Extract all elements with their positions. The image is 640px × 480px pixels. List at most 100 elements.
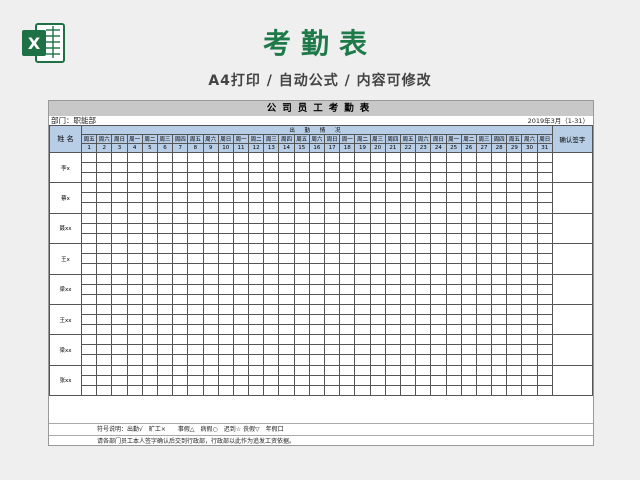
attendance-cell[interactable] [278,171,295,184]
attendance-cell[interactable] [202,374,219,386]
attendance-cell[interactable] [248,182,265,194]
attendance-cell[interactable] [156,384,174,397]
attendance-cell[interactable] [96,212,113,224]
attendance-cell[interactable] [156,192,174,204]
attendance-cell[interactable] [156,222,174,234]
attendance-cell[interactable] [80,182,98,194]
attendance-cell[interactable] [141,364,158,376]
attendance-cell[interactable] [293,354,310,366]
attendance-cell[interactable] [126,323,143,336]
attendance-cell[interactable] [415,364,432,376]
attendance-cell[interactable] [172,212,189,224]
attendance-cell[interactable] [217,354,234,366]
attendance-cell[interactable] [399,222,417,234]
attendance-cell[interactable] [187,243,204,255]
attendance-cell[interactable] [80,374,98,386]
attendance-cell[interactable] [232,212,250,224]
attendance-cell[interactable] [156,303,174,315]
attendance-cell[interactable] [126,171,143,184]
attendance-cell[interactable] [521,202,538,214]
attendance-cell[interactable] [399,303,417,315]
attendance-cell[interactable] [278,273,295,285]
attendance-cell[interactable] [293,232,310,245]
attendance-cell[interactable] [369,182,386,194]
attendance-cell[interactable] [415,313,432,325]
attendance-cell[interactable] [232,323,250,336]
attendance-cell[interactable] [172,334,189,346]
attendance-cell[interactable] [384,303,401,315]
attendance-cell[interactable] [111,263,128,275]
attendance-cell[interactable] [263,263,280,275]
attendance-cell[interactable] [475,222,493,234]
attendance-cell[interactable] [156,182,174,194]
attendance-cell[interactable] [126,212,143,224]
attendance-cell[interactable] [263,253,280,265]
attendance-cell[interactable] [232,354,250,366]
attendance-cell[interactable] [172,222,189,234]
attendance-cell[interactable] [80,354,98,366]
attendance-cell[interactable] [354,384,371,397]
attendance-cell[interactable] [232,364,250,376]
attendance-cell[interactable] [141,232,158,245]
attendance-cell[interactable] [232,384,250,397]
attendance-cell[interactable] [156,202,174,214]
attendance-cell[interactable] [308,212,326,224]
attendance-cell[interactable] [339,293,356,305]
attendance-cell[interactable] [460,232,477,245]
attendance-cell[interactable] [445,162,462,173]
attendance-cell[interactable] [521,263,538,275]
attendance-cell[interactable] [491,364,508,376]
attendance-cell[interactable] [399,323,417,336]
attendance-cell[interactable] [187,222,204,234]
attendance-cell[interactable] [141,344,158,356]
attendance-cell[interactable] [369,171,386,184]
attendance-cell[interactable] [399,384,417,397]
attendance-cell[interactable] [506,374,523,386]
attendance-cell[interactable] [506,222,523,234]
attendance-cell[interactable] [369,253,386,265]
attendance-cell[interactable] [126,273,143,285]
attendance-cell[interactable] [187,152,204,163]
attendance-cell[interactable] [172,364,189,376]
attendance-cell[interactable] [445,344,462,356]
attendance-cell[interactable] [126,243,143,255]
attendance-cell[interactable] [339,344,356,356]
attendance-cell[interactable] [460,354,477,366]
attendance-cell[interactable] [80,273,98,285]
attendance-cell[interactable] [172,243,189,255]
attendance-cell[interactable] [506,384,523,397]
attendance-cell[interactable] [156,212,174,224]
attendance-cell[interactable] [491,283,508,295]
attendance-cell[interactable] [232,253,250,265]
attendance-cell[interactable] [156,253,174,265]
attendance-cell[interactable] [384,253,401,265]
attendance-cell[interactable] [202,162,219,173]
attendance-cell[interactable] [263,152,280,163]
attendance-cell[interactable] [187,384,204,397]
attendance-cell[interactable] [278,384,295,397]
attendance-cell[interactable] [415,212,432,224]
attendance-cell[interactable] [308,293,326,305]
attendance-cell[interactable] [308,313,326,325]
attendance-cell[interactable] [141,152,158,163]
attendance-cell[interactable] [475,192,493,204]
attendance-cell[interactable] [323,253,341,265]
attendance-cell[interactable] [248,273,265,285]
attendance-cell[interactable] [156,152,174,163]
attendance-cell[interactable] [96,334,113,346]
attendance-cell[interactable] [126,232,143,245]
attendance-cell[interactable] [308,384,326,397]
attendance-cell[interactable] [399,344,417,356]
attendance-cell[interactable] [217,374,234,386]
attendance-cell[interactable] [415,182,432,194]
attendance-cell[interactable] [172,293,189,305]
attendance-cell[interactable] [354,192,371,204]
attendance-cell[interactable] [80,344,98,356]
attendance-cell[interactable] [202,232,219,245]
attendance-cell[interactable] [156,344,174,356]
attendance-cell[interactable] [232,232,250,245]
attendance-cell[interactable] [369,212,386,224]
attendance-cell[interactable] [172,273,189,285]
attendance-cell[interactable] [536,313,553,325]
attendance-cell[interactable] [460,384,477,397]
